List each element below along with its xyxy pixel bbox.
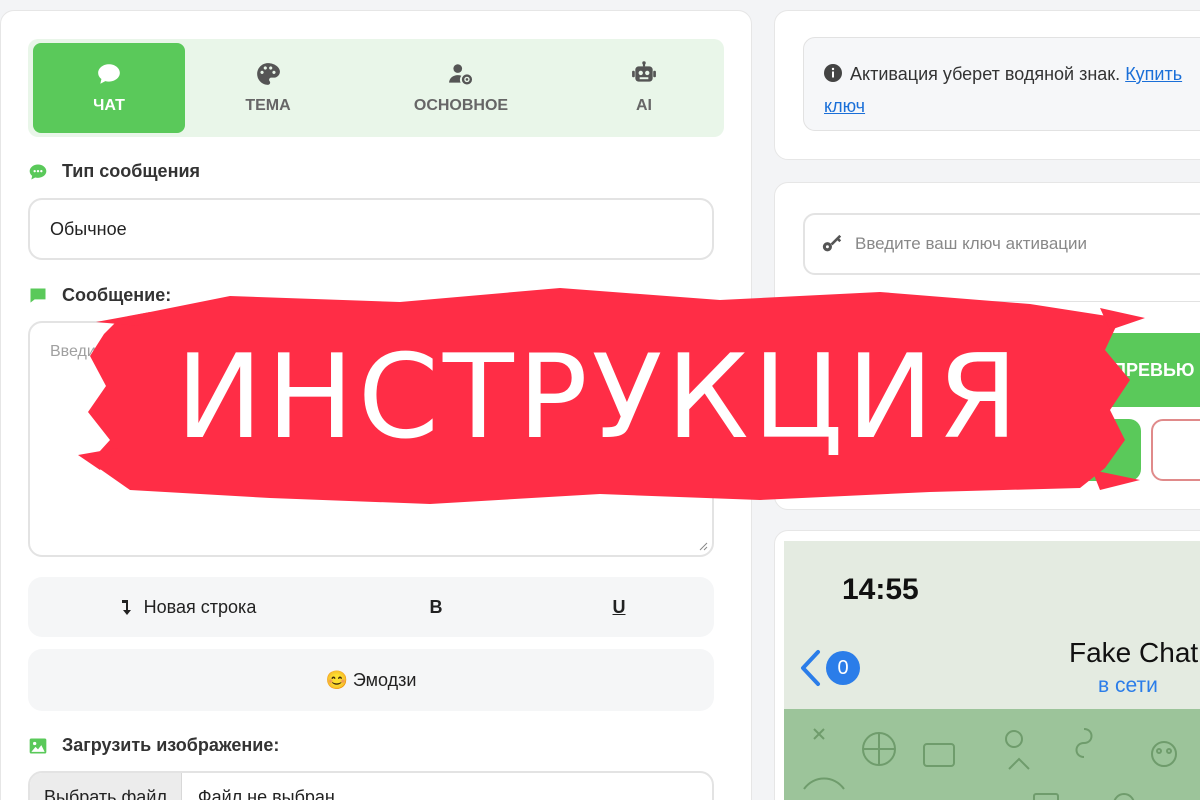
- activation-info-card: Активация уберет водяной знак. Купить кл…: [774, 10, 1200, 160]
- file-input[interactable]: Выбрать файл Файл не выбран: [28, 771, 714, 800]
- newline-label: Новая строка: [143, 596, 257, 617]
- message-type-label: Тип сообщения: [62, 161, 201, 181]
- underline-button[interactable]: U: [524, 577, 714, 637]
- message-square-icon: [30, 288, 46, 303]
- message-type-select[interactable]: Обычное: [28, 198, 714, 260]
- activation-key-input[interactable]: Введите ваш ключ активации: [803, 213, 1200, 275]
- no-file-text: Файл не выбран: [197, 787, 335, 800]
- emoji-label: 😊 Эмодзи: [325, 669, 417, 690]
- palette-icon: [257, 63, 280, 85]
- user-gear-icon: [449, 64, 473, 85]
- doodle-pattern-icon: [803, 728, 1177, 800]
- choose-file-button[interactable]: Выбрать файл: [30, 773, 182, 800]
- bold-label: B: [429, 596, 443, 617]
- tab-general-label: ОСНОВНОЕ: [413, 97, 509, 114]
- message-type-heading: Тип сообщения: [28, 161, 200, 182]
- upload-label: Загрузить изображение:: [62, 735, 280, 755]
- preview-label: ПРЕВЬЮ: [1113, 359, 1195, 380]
- overlay-title: ИНСТРУКЦИЯ: [175, 330, 1023, 465]
- tab-chat-label: ЧАТ: [93, 97, 125, 114]
- upload-heading: Загрузить изображение:: [28, 735, 279, 756]
- image-icon: [29, 738, 47, 753]
- robot-icon: [632, 61, 656, 82]
- phone-back-button[interactable]: 0: [798, 649, 860, 687]
- key-icon: [822, 234, 842, 252]
- reset-button[interactable]: [1151, 419, 1200, 481]
- emoji-button[interactable]: 😊 Эмодзи: [28, 649, 714, 711]
- phone-preview: 14:55 0 Fake Chat в сети: [784, 541, 1200, 800]
- comment-dots-icon: [29, 164, 47, 179]
- tab-bar: ЧАТ ТЕМА ОСНОВНОЕ AI: [28, 39, 724, 137]
- activation-info-text: Активация уберет водяной знак.: [850, 64, 1121, 84]
- info-circle-icon: [824, 64, 842, 82]
- chevron-left-icon: [801, 650, 820, 686]
- message-label: Сообщение:: [62, 285, 172, 305]
- tab-chat[interactable]: ЧАТ: [33, 43, 185, 133]
- activation-info-box: Активация уберет водяной знак. Купить кл…: [803, 37, 1200, 131]
- resize-handle-icon[interactable]: [698, 541, 708, 551]
- tab-general[interactable]: ОСНОВНОЕ: [383, 43, 539, 133]
- tab-theme-label: ТЕМА: [245, 97, 291, 114]
- unread-badge: 0: [826, 651, 860, 685]
- tab-theme[interactable]: ТЕМА: [193, 43, 343, 133]
- chat-wallpaper: [784, 709, 1200, 800]
- newline-button[interactable]: Новая строка: [28, 577, 348, 637]
- contact-name: Fake Chat: [1069, 637, 1199, 668]
- activation-key-placeholder: Введите ваш ключ активации: [855, 234, 1087, 253]
- card-divider: [803, 301, 1200, 302]
- tab-ai[interactable]: AI: [584, 43, 704, 133]
- chat-bubble-icon: [98, 64, 120, 84]
- tab-ai-label: AI: [636, 97, 652, 114]
- contact-status: в сети: [1098, 674, 1158, 697]
- turn-down-icon: [121, 600, 131, 615]
- formatting-toolbar: Новая строка B U: [28, 577, 714, 637]
- message-heading: Сообщение:: [28, 285, 171, 306]
- message-type-value: Обычное: [50, 218, 127, 239]
- underline-label: U: [612, 596, 626, 617]
- bold-button[interactable]: B: [348, 577, 524, 637]
- phone-time: 14:55: [842, 573, 919, 606]
